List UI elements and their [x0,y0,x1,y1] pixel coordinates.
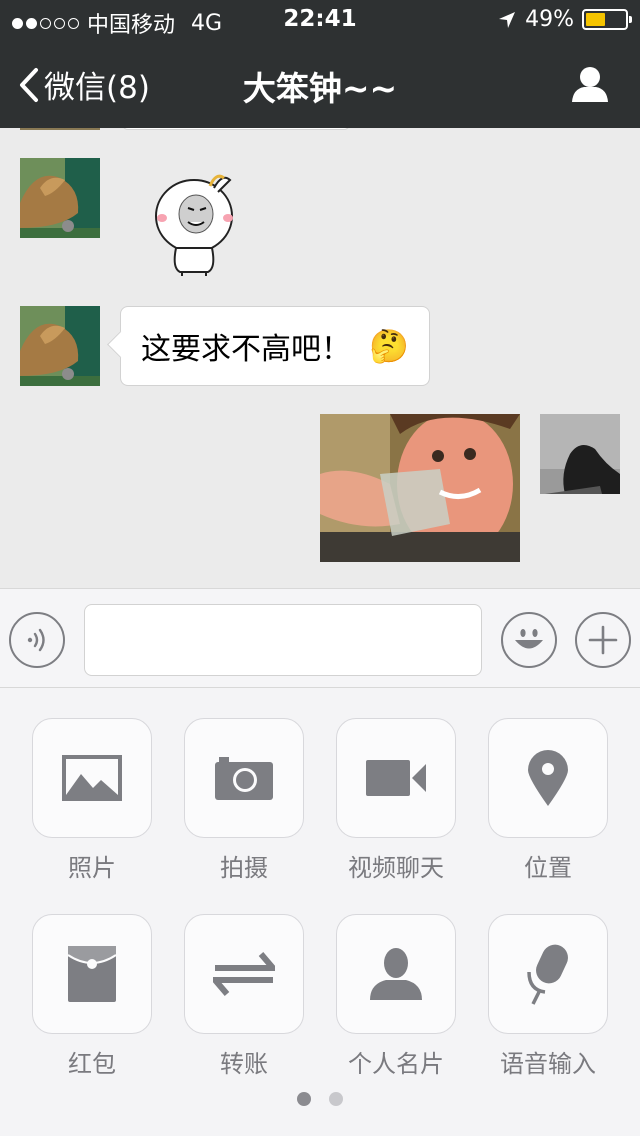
photo-label: 照片 [68,854,116,882]
page-dot-active[interactable] [297,1092,311,1106]
red-packet-icon [67,946,117,1002]
location-icon [528,750,568,806]
contact-card-icon [370,948,422,1000]
partial-avatar [20,128,100,130]
video-icon [366,760,426,796]
contact-avatar[interactable] [20,158,100,238]
thinking-face-emoji: 🤔 [369,327,409,365]
chat-area[interactable]: 这要求不高吧！ 🤔 [0,128,640,588]
voice-button[interactable] [9,612,65,668]
message-text: 这要求不高吧！ [141,332,351,367]
location-label: 位置 [524,854,572,882]
transfer-label: 转账 [220,1050,268,1078]
battery-icon [582,9,632,30]
extension-panel: 照片 拍摄 视频聊天 位置 红包 转账 个人名片 语音输入 [0,688,640,1136]
sticker-image[interactable] [152,168,236,278]
person-icon [572,67,608,102]
partial-message-bubble [122,128,350,130]
voice-input-label: 语音输入 [500,1050,596,1078]
location-button[interactable] [488,718,608,838]
contact-avatar[interactable] [20,306,100,386]
photo-button[interactable] [32,718,152,838]
contact-card-label: 个人名片 [348,1050,444,1078]
photo-icon [62,755,122,801]
voice-icon [27,628,45,652]
plus-icon [588,625,618,655]
nav-bar: 微信(8) 大笨钟~~ [0,40,640,128]
message-input[interactable] [84,604,482,676]
microphone-icon [527,944,568,1005]
red-packet-button[interactable] [32,914,152,1034]
chat-title: 大笨钟~~ [242,69,398,108]
my-avatar[interactable] [540,414,620,494]
input-bar [0,588,640,688]
profile-button[interactable] [570,64,610,104]
video-chat-label: 视频聊天 [348,854,444,882]
red-packet-label: 红包 [68,1050,116,1078]
emoji-button[interactable] [501,612,557,668]
top-bar: 中国移动 4G 22:41 49% 微信(8) 大笨钟~~ [0,0,640,128]
page-indicator[interactable] [0,1092,640,1106]
message-bubble[interactable]: 这要求不高吧！ 🤔 [120,306,430,386]
contact-card-button[interactable] [336,914,456,1034]
voice-input-button[interactable] [488,914,608,1034]
sent-photo[interactable] [320,414,520,562]
page-dot[interactable] [329,1092,343,1106]
transfer-icon [213,952,275,996]
status-bar: 中国移动 4G 22:41 49% [0,0,640,40]
battery-percent: 49% [525,7,574,32]
battery-fill [586,13,605,26]
video-chat-button[interactable] [336,718,456,838]
location-arrow-icon [499,11,516,28]
transfer-button[interactable] [184,914,304,1034]
camera-label: 拍摄 [220,854,268,882]
camera-button[interactable] [184,718,304,838]
more-button[interactable] [575,612,631,668]
camera-icon [215,757,273,800]
smiley-icon [515,629,543,649]
